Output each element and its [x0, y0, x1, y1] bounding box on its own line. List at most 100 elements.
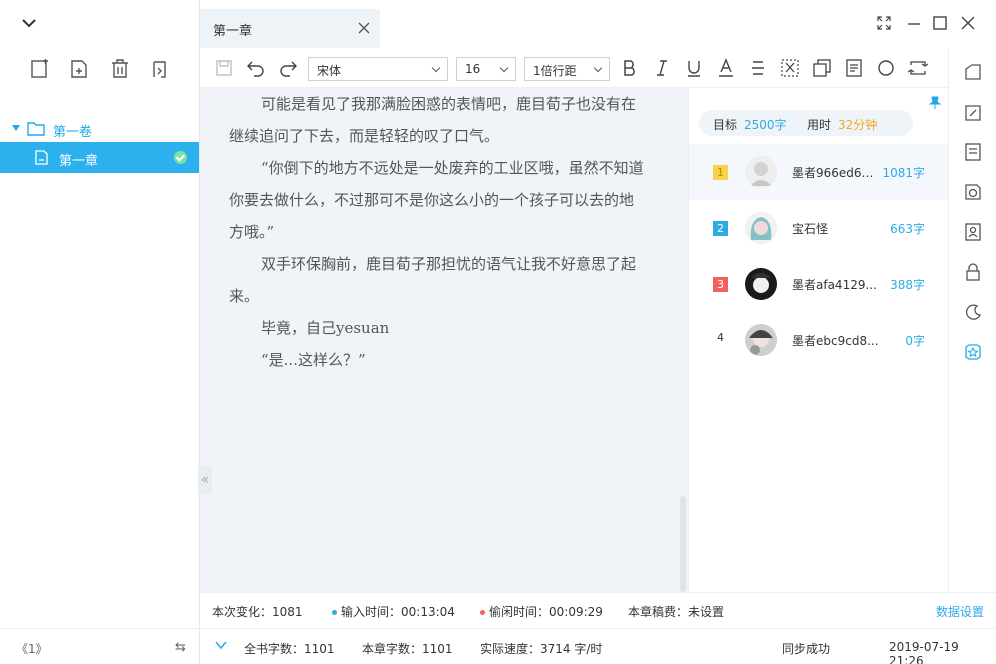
rank-count: 1081字: [882, 166, 925, 180]
delete-icon[interactable]: [109, 58, 131, 80]
idle-time: 偷闲时间：00:09:29: [489, 605, 603, 619]
fullscreen-icon[interactable]: [876, 15, 892, 31]
input-time: 输入时间：00:13:04: [341, 605, 455, 619]
replace-icon[interactable]: [907, 58, 929, 78]
change-count: 本次变化：1081: [212, 605, 303, 619]
copy-icon[interactable]: [812, 58, 832, 78]
folder-icon: [27, 121, 45, 139]
new-volume-icon[interactable]: [29, 58, 51, 80]
search-icon[interactable]: [876, 58, 896, 78]
idle-dot-icon: [480, 610, 485, 615]
data-settings-link[interactable]: 数据设置: [936, 603, 984, 620]
night-mode-icon[interactable]: [963, 302, 983, 322]
chapter-words: 本章字数：1101: [362, 642, 453, 656]
chapter-fee: 本章稿费：未设置: [628, 605, 725, 619]
text-editor[interactable]: 可能是看见了我那满脸困惑的表情吧，鹿目荀子也没有在继续追问了下去，而是轻轻的叹了…: [200, 88, 688, 592]
chevron-down-icon: [431, 63, 441, 73]
font-family-select[interactable]: 宋体: [308, 57, 448, 81]
rank-name: 墨者ebc9cd8...: [792, 334, 879, 348]
avatar: [745, 156, 777, 188]
idle-time-wrap: 偷闲时间：00:09:29: [480, 603, 603, 620]
tab-title: 第一章: [213, 24, 253, 39]
sidebar-toggle-handle[interactable]: «: [198, 466, 212, 494]
font-size-select[interactable]: 16: [456, 57, 516, 81]
tab-bar: 第一章: [200, 0, 996, 48]
chapter-item[interactable]: 第一章: [0, 142, 199, 173]
rank-count: 663字: [890, 222, 925, 236]
ranking-row[interactable]: 4 墨者ebc9cd8... 0字: [689, 312, 949, 368]
rank-badge: 3: [713, 277, 728, 292]
time-value: 32分钟: [838, 118, 878, 132]
volume-item[interactable]: 第一卷: [0, 116, 200, 142]
paragraph[interactable]: 可能是看见了我那满脸困惑的表情吧，鹿目荀子也没有在继续追问了下去，而是轻轻的叹了…: [200, 88, 688, 152]
bold-icon[interactable]: [620, 58, 640, 78]
paragraph[interactable]: “是...这样么？”: [200, 344, 688, 376]
maximize-icon[interactable]: [932, 15, 948, 31]
redo-icon[interactable]: [278, 58, 298, 78]
paragraph[interactable]: 双手环保胸前，鹿目荀子那担忧的语气让我不好意思了起来。: [200, 248, 688, 312]
avatar: [745, 324, 777, 356]
sync-status: 同步成功: [782, 642, 831, 656]
new-chapter-icon[interactable]: [68, 58, 90, 80]
lock-icon[interactable]: [963, 262, 983, 282]
document-list-icon[interactable]: [963, 142, 983, 162]
person-card-icon[interactable]: [963, 222, 983, 242]
chapter-label: 第一章: [59, 154, 99, 169]
volume-label: 第一卷: [53, 125, 93, 140]
tab-chapter[interactable]: 第一章: [200, 9, 380, 48]
edit-note-icon[interactable]: [963, 103, 983, 123]
line-spacing-select[interactable]: 1倍行距: [524, 57, 610, 81]
avatar: [745, 212, 777, 244]
goal-value[interactable]: 2500字: [744, 116, 787, 133]
input-dot-icon: [332, 610, 337, 615]
paragraph[interactable]: “你倒下的地方不远处是一处废弃的工业区哦，虽然不知道你要去做什么，不过那可不是你…: [200, 152, 688, 248]
session-status-bar: 本次变化：1081 输入时间：00:13:04 偷闲时间：00:09:29 本章…: [200, 592, 996, 628]
font-size-value: 16: [465, 62, 481, 76]
outline-icon[interactable]: [963, 62, 983, 82]
notes-icon[interactable]: [844, 58, 864, 78]
editor-scrollbar[interactable]: [680, 496, 686, 592]
move-icon[interactable]: [149, 58, 171, 80]
save-icon[interactable]: [214, 58, 234, 78]
undo-icon[interactable]: [246, 58, 266, 78]
ranking-row[interactable]: 3 墨者afa4129... 388字: [689, 256, 949, 312]
avatar: [745, 268, 777, 300]
character-icon[interactable]: [963, 182, 983, 202]
minimize-icon[interactable]: [906, 15, 922, 31]
page-indicator: 《1》: [16, 642, 48, 656]
rank-name: 宝石怪: [792, 222, 829, 236]
rank-name: 墨者afa4129...: [792, 278, 877, 292]
rank-name: 墨者966ed63...: [792, 166, 880, 180]
ranking-row[interactable]: 1 墨者966ed63... 1081字: [689, 144, 949, 200]
book-words: 全书字数：1101: [244, 642, 335, 656]
time-label: 用时: [807, 118, 832, 132]
editor-toolbar: 宋体 16 1倍行距: [200, 48, 948, 88]
underline-icon[interactable]: [684, 58, 704, 78]
strikethrough-icon[interactable]: [748, 58, 768, 78]
goal-bar: 目标 2500字 用时 32分钟: [699, 110, 913, 136]
tool-rail: [948, 48, 996, 592]
italic-icon[interactable]: [652, 58, 672, 78]
expand-chevron-icon[interactable]: [214, 638, 228, 655]
swap-icon[interactable]: ⇆: [175, 640, 186, 655]
typing-speed: 实际速度：3714 字/时: [480, 642, 603, 656]
document-icon: [35, 150, 48, 168]
paragraph[interactable]: 毕竟，自己yesuan: [200, 312, 688, 344]
collapse-chevron-icon[interactable]: [20, 14, 38, 32]
ranking-row[interactable]: 2 宝石怪 663字: [689, 200, 949, 256]
font-color-icon[interactable]: [716, 58, 736, 78]
saved-check-icon: [174, 151, 187, 164]
word-count-bar: 全书字数：1101 本章字数：1101 实际速度：3714 字/时 同步成功 2…: [200, 628, 996, 664]
rank-badge: 1: [713, 165, 728, 180]
pin-icon[interactable]: [928, 96, 942, 113]
rank-count: 388字: [890, 278, 925, 292]
ranking-panel: 目标 2500字 用时 32分钟 1 墨者966ed63... 1081字 2 …: [688, 88, 949, 592]
ranking-icon[interactable]: [963, 342, 983, 362]
expand-caret-icon[interactable]: [12, 125, 20, 131]
rank-badge: 2: [713, 221, 728, 236]
window-close-icon[interactable]: [960, 15, 976, 31]
input-time-wrap: 输入时间：00:13:04: [332, 603, 455, 620]
cut-icon[interactable]: [780, 58, 800, 78]
close-icon[interactable]: [356, 20, 372, 36]
goal-label: 目标: [713, 118, 738, 132]
